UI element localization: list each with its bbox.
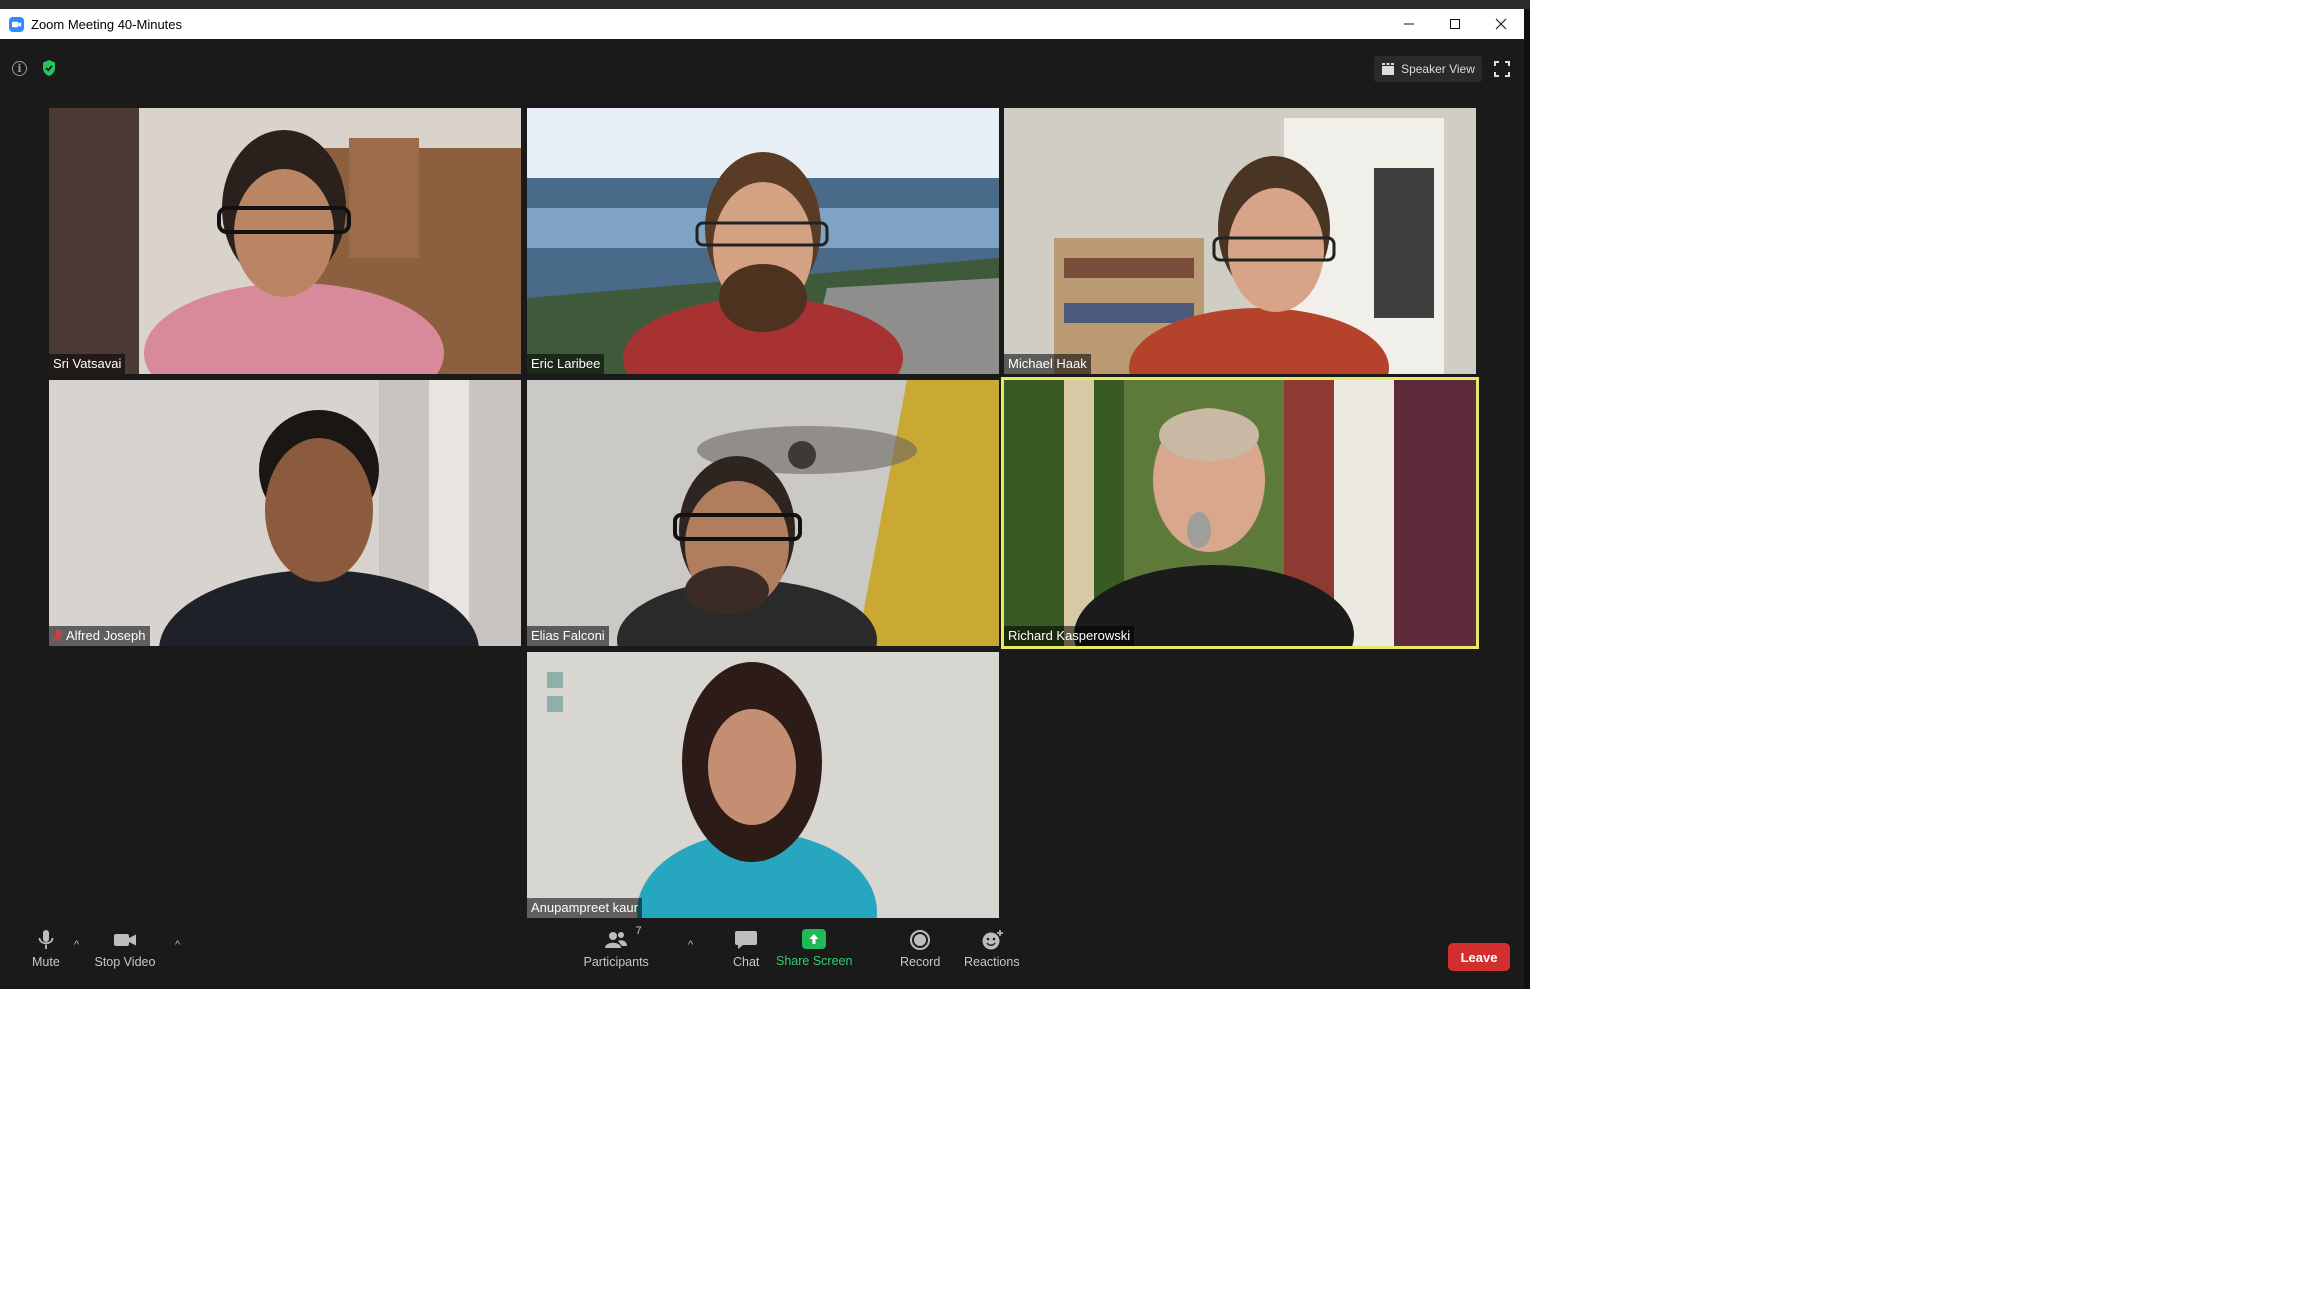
participant-name-label: Anupampreet kaur (527, 898, 642, 918)
meeting-toolbar: Mute ^ Stop Video ^ Participants 7 ^ Cha… (0, 925, 1524, 989)
zoom-window: Zoom Meeting 40-Minutes i Speaker View S… (0, 9, 1530, 989)
stop-video-label: Stop Video (94, 955, 156, 969)
zoom-logo-icon (9, 16, 24, 32)
participant-name-label: Eric Laribee (527, 354, 605, 374)
video-feed (527, 652, 999, 918)
desktop-strip (0, 0, 1530, 9)
participants-count: 7 (635, 925, 642, 937)
window-controls (1386, 9, 1524, 39)
video-tile-alfred-joseph[interactable]: Alfred Joseph (49, 380, 521, 646)
fullscreen-icon (1494, 61, 1510, 77)
record-button[interactable]: Record (900, 929, 940, 969)
video-feed (49, 380, 521, 646)
participant-name: Michael Haak (1008, 356, 1087, 371)
video-tile-michael-haak[interactable]: Michael Haak (1004, 108, 1476, 374)
reactions-label: Reactions (964, 955, 1020, 969)
chat-label: Chat (733, 955, 760, 969)
stop-video-button[interactable]: Stop Video (94, 929, 156, 969)
close-button[interactable] (1478, 9, 1524, 39)
close-icon (1495, 18, 1507, 30)
video-feed (49, 108, 521, 374)
participants-label: Participants (583, 955, 649, 969)
record-label: Record (900, 955, 941, 969)
video-feed (527, 380, 999, 646)
video-feed (527, 108, 999, 374)
participant-name-label: Sri Vatsavai (49, 354, 126, 374)
speaker-view-button[interactable]: Speaker View (1374, 56, 1482, 82)
participant-name-label: Elias Falconi (527, 626, 609, 646)
participant-name: Sri Vatsavai (53, 356, 122, 371)
leave-button[interactable]: Leave (1448, 943, 1510, 971)
participant-name-label: Alfred Joseph (49, 626, 150, 646)
microphone-muted-icon (53, 630, 63, 642)
microphone-icon (38, 930, 54, 949)
video-tile-sri-vatsavai[interactable]: Sri Vatsavai (49, 108, 521, 374)
chat-button[interactable]: Chat (733, 929, 759, 969)
mute-label: Mute (32, 955, 60, 969)
participant-name-label: Michael Haak (1004, 354, 1091, 374)
encryption-shield-icon[interactable] (41, 59, 57, 77)
window-title: Zoom Meeting 40-Minutes (31, 16, 183, 32)
speaker-view-icon (1382, 63, 1395, 75)
chat-bubble-icon (735, 931, 758, 949)
video-tile-richard-kasperowski[interactable]: Richard Kasperowski (1001, 377, 1479, 649)
video-tile-elias-falconi[interactable]: Elias Falconi (527, 380, 999, 646)
minimize-button[interactable] (1386, 9, 1432, 39)
share-screen-button[interactable]: Share Screen (776, 929, 852, 968)
info-icon[interactable]: i (12, 60, 27, 76)
mute-button[interactable]: Mute (32, 929, 60, 969)
video-tile-anupampreet-kaur[interactable]: Anupampreet kaur (527, 652, 999, 918)
maximize-icon (1450, 19, 1460, 29)
video-feed (1004, 380, 1476, 646)
share-screen-icon (802, 929, 827, 949)
participant-name: Richard Kasperowski (1008, 628, 1131, 643)
record-icon (910, 930, 931, 950)
participant-name-label: Richard Kasperowski (1004, 626, 1135, 646)
audio-options-caret-icon[interactable]: ^ (74, 939, 79, 951)
participants-options-caret-icon[interactable]: ^ (688, 939, 693, 951)
speaker-view-label: Speaker View (1401, 62, 1475, 76)
minimize-icon (1404, 23, 1414, 25)
participant-name: Alfred Joseph (66, 628, 146, 643)
participant-name: Anupampreet kaur (531, 900, 638, 915)
smiley-add-icon (982, 930, 1003, 950)
meeting-info-area: i (12, 59, 57, 77)
video-feed (1004, 108, 1476, 374)
video-options-caret-icon[interactable]: ^ (175, 939, 180, 951)
participant-name: Eric Laribee (531, 356, 601, 371)
participants-button[interactable]: Participants 7 (583, 925, 649, 969)
maximize-button[interactable] (1432, 9, 1478, 39)
fullscreen-button[interactable] (1493, 60, 1511, 78)
share-screen-label: Share Screen (776, 954, 853, 968)
title-bar: Zoom Meeting 40-Minutes (0, 9, 1524, 39)
reactions-button[interactable]: Reactions (964, 929, 1020, 969)
participant-name: Elias Falconi (531, 628, 605, 643)
participants-icon (605, 932, 628, 948)
video-camera-icon (113, 934, 136, 946)
video-tile-eric-laribee[interactable]: Eric Laribee (527, 108, 999, 374)
